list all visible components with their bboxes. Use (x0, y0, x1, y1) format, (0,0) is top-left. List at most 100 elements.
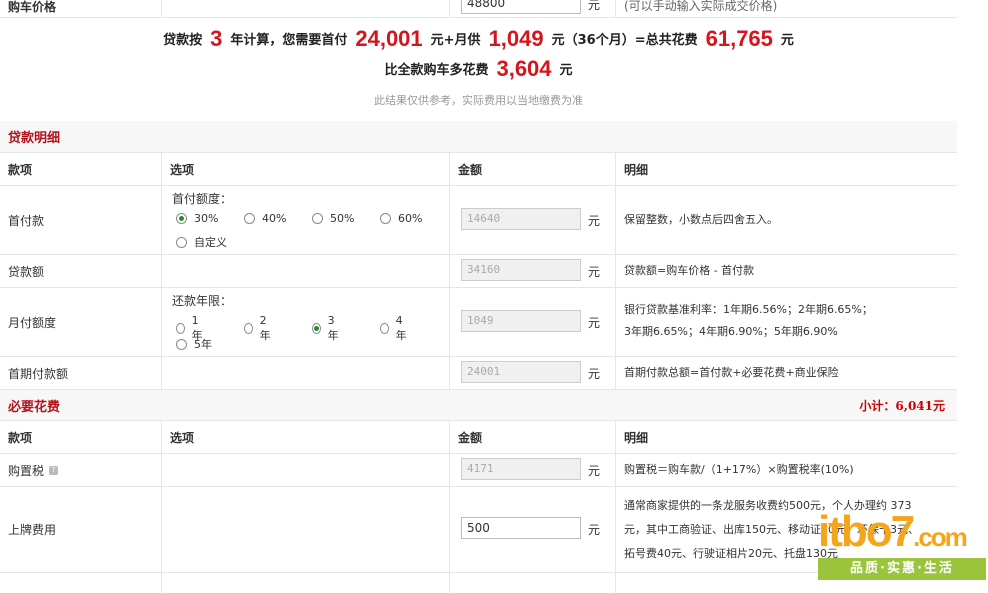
summary-text: 比全款购车多花费 (384, 63, 489, 78)
radio-dot (380, 213, 391, 224)
radio-4-year[interactable]: 4年 (380, 314, 409, 343)
radio-dot (312, 323, 321, 334)
purchase-tax-detail: 购置税＝购车款/（1+17%）×购置税率(10%) (616, 454, 957, 486)
watermark-tagline: 品质·实惠·生活 (818, 558, 986, 580)
required-table-header: 款项 选项 金额 明细 (0, 421, 957, 454)
table-row-down-payment: 首付款 首付额度： 30% 40% 50% 60% 自定义 14640 元 保留… (0, 186, 957, 255)
radio-5-year[interactable]: 5年 (176, 336, 236, 352)
right-gutter (957, 0, 988, 585)
summary-down-payment: 24,001 (355, 26, 423, 51)
option-title: 还款年限： (172, 294, 233, 308)
col-header-option: 选项 (162, 421, 450, 453)
monthly-payment-input[interactable]: 1049 (461, 310, 581, 332)
unit-label: 元 (588, 367, 601, 381)
summary-total-cost: 61,765 (705, 26, 773, 51)
table-row-loan-amount: 贷款额 34160 元 贷款额=购车价格 - 首付款 (0, 255, 957, 288)
watermark-brand-text: itbo7 (818, 507, 915, 556)
loan-term-options: 还款年限： 1年 2年 3年 4年 5年 (162, 288, 450, 356)
radio-label: 5年 (194, 338, 212, 351)
down-payment-amount: 14640 元 (450, 186, 616, 254)
car-price-options (162, 0, 450, 17)
down-payment-input[interactable]: 14640 (461, 208, 581, 230)
unit-label: 元 (588, 214, 601, 228)
unit-label: 元 (588, 316, 601, 330)
row-label: 首付款 (0, 186, 162, 254)
col-header-detail: 明细 (624, 162, 649, 177)
radio-50pct[interactable]: 50% (312, 212, 354, 225)
plate-fee-input[interactable]: 500 (461, 517, 581, 539)
radio-dot (312, 213, 323, 224)
car-price-amount: 48800 元 (450, 0, 616, 17)
car-price-unit: 元 (588, 0, 601, 12)
required-subtotal: 小计：6,041元 (859, 398, 945, 413)
down-payment-options: 首付额度： 30% 40% 50% 60% 自定义 (162, 186, 450, 254)
car-price-hint: (可以手动输入实际成交价格) (616, 0, 957, 17)
radio-2-year[interactable]: 2年 (244, 314, 273, 343)
table-row-next (0, 573, 957, 593)
radio-40pct[interactable]: 40% (244, 212, 286, 225)
row-label-text: 购置税 (8, 463, 45, 478)
row-label: 首期付款额 (0, 357, 162, 389)
row-label: 贷款额 (0, 255, 162, 287)
unit-label: 元 (588, 523, 601, 537)
empty-option (162, 255, 450, 287)
summary-years: 3 (210, 26, 223, 51)
purchase-tax-amount: 4171 元 (450, 454, 616, 486)
summary-line-2: 比全款购车多花费 3,604 元 (0, 56, 957, 82)
radio-label: 50% (330, 212, 355, 225)
loan-section-header: 贷款明细 (0, 121, 957, 153)
loan-table-header: 款项 选项 金额 明细 (0, 153, 957, 186)
radio-dot (176, 323, 185, 334)
radio-label: 4年 (395, 314, 407, 342)
required-section-header: 必要花费 小计：6,041元 (0, 390, 957, 421)
loan-amount-input[interactable]: 34160 (461, 259, 581, 281)
row-label-text: 月付额度 (8, 315, 57, 330)
radio-label: 60% (398, 212, 423, 225)
col-header-amount: 金额 (450, 153, 616, 185)
row-label: 购置税 ? (0, 454, 162, 486)
table-row-monthly-payment: 月付额度 还款年限： 1年 2年 3年 4年 5年 1049 元 银行贷款基准利… (0, 288, 957, 357)
col-header-amount: 金额 (450, 421, 616, 453)
car-price-row: 购车价格 48800 元 (可以手动输入实际成交价格) (0, 0, 957, 18)
col-header-detail: 明细 (624, 430, 649, 445)
row-label-text: 上牌费用 (8, 523, 57, 537)
summary-text: 元 (559, 63, 573, 78)
watermark-brand: itbo7.com (818, 507, 968, 559)
empty-cell (450, 573, 616, 593)
down-payment-detail: 保留整数，小数点后四舍五入。 (616, 186, 957, 254)
radio-dot (176, 338, 187, 350)
summary-text: 元+月供 (430, 33, 481, 48)
col-header-option: 选项 (162, 153, 450, 185)
first-total-amount: 24001 元 (450, 357, 616, 389)
empty-cell (162, 573, 450, 593)
empty-option (162, 357, 450, 389)
loan-amount-detail: 贷款额=购车价格 - 首付款 (616, 255, 957, 287)
radio-custom[interactable]: 自定义 (176, 234, 256, 250)
unit-label: 元 (588, 265, 601, 279)
summary-text: 年计算，您需要首付 (230, 33, 348, 48)
watermark-suffix: .com (913, 522, 968, 552)
radio-label: 2年 (259, 314, 271, 342)
detail-text: 贷款额=购车价格 - 首付款 (624, 264, 755, 277)
radio-dot (176, 213, 187, 224)
radio-label: 40% (262, 212, 287, 225)
empty-option (162, 487, 450, 572)
radio-label: 3年 (327, 314, 339, 342)
first-total-input[interactable]: 24001 (461, 361, 581, 383)
loan-section-title: 贷款明细 (8, 131, 61, 146)
detail-text: 银行贷款基准利率：1年期6.56%；2年期6.65%； (624, 303, 873, 316)
row-label-text: 贷款额 (8, 264, 45, 279)
purchase-tax-input[interactable]: 4171 (461, 458, 581, 480)
car-price-input[interactable]: 48800 (461, 0, 581, 14)
detail-text: 3年期6.65%；4年期6.90%；5年期6.90% (624, 325, 838, 338)
radio-30pct[interactable]: 30% (176, 212, 218, 225)
empty-cell (0, 573, 162, 593)
table-row-purchase-tax: 购置税 ? 4171 元 购置税＝购车款/（1+17%）×购置税率(10%) (0, 454, 957, 487)
detail-text: 保留整数，小数点后四舍五入。 (624, 213, 778, 226)
required-section-title: 必要花费 (8, 399, 61, 415)
detail-text: 首期付款总额=首付款+必要花费+商业保险 (624, 366, 839, 379)
summary-panel: 贷款按 3 年计算，您需要首付 24,001 元+月供 1,049 元（36个月）=总共花费… (0, 18, 957, 122)
radio-60pct[interactable]: 60% (380, 212, 422, 225)
radio-3-year[interactable]: 3年 (312, 314, 341, 343)
help-icon[interactable]: ? (49, 465, 59, 475)
